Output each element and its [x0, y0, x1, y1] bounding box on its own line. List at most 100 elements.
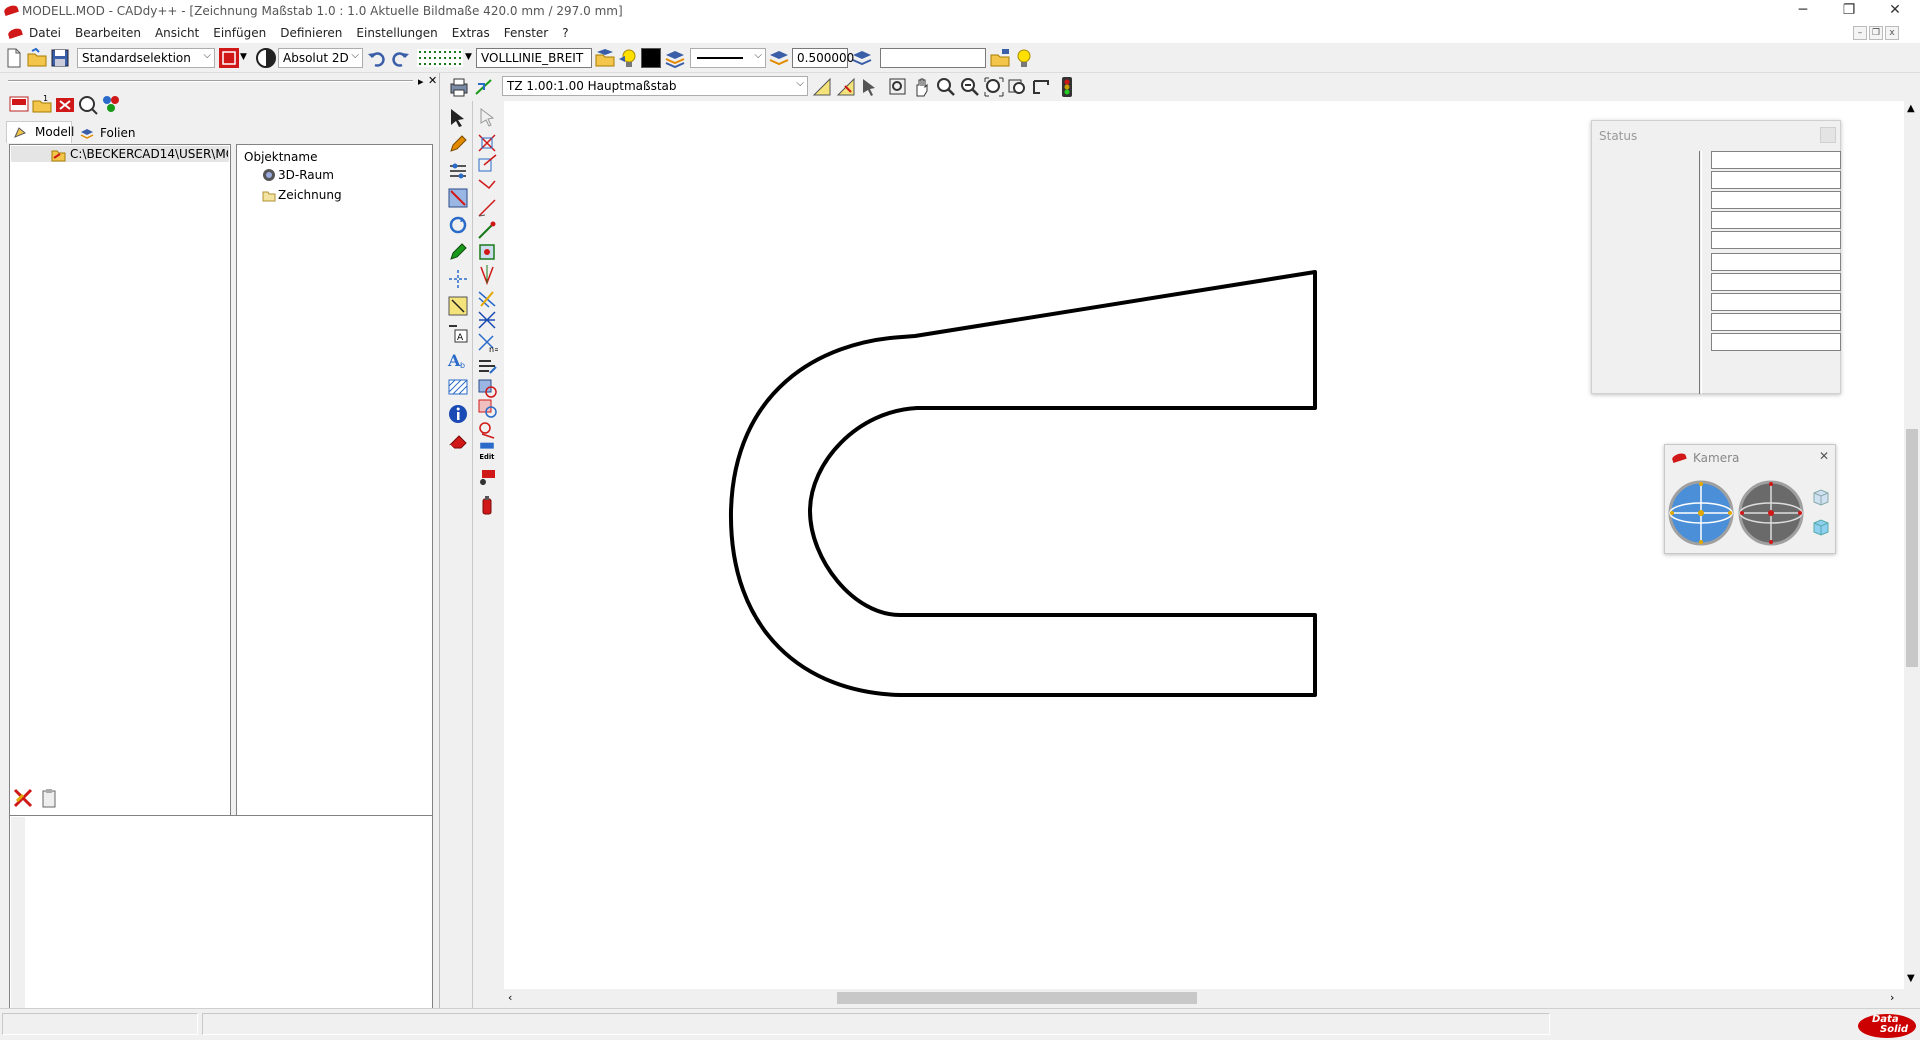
line-box-icon[interactable] [476, 153, 498, 175]
delete-tool-icon[interactable] [12, 787, 34, 809]
triangle-ruler-icon[interactable] [811, 76, 833, 98]
cross-lines-icon[interactable] [476, 309, 498, 331]
close-button[interactable]: ✕ [1872, 0, 1918, 22]
info-icon[interactable] [447, 403, 469, 425]
layer-options-icon[interactable] [851, 47, 873, 69]
properties-list[interactable]: ‹ › [9, 815, 433, 1040]
chamfer-icon[interactable] [476, 377, 498, 399]
layer-folder-icon[interactable] [594, 47, 616, 69]
grid-snap-icon[interactable] [476, 241, 498, 263]
delete-folder-icon[interactable] [54, 93, 76, 115]
search-refresh-icon[interactable] [77, 93, 99, 115]
undo-icon[interactable] [366, 47, 388, 69]
offset-lines-icon[interactable] [476, 355, 498, 377]
cube-front-icon[interactable] [1811, 517, 1831, 537]
scroll-up-icon[interactable]: ▲ [1907, 103, 1915, 114]
scroll-right-icon[interactable]: › [1890, 991, 1894, 1004]
canvas-horizontal-scrollbar[interactable]: ‹ › [504, 989, 1904, 1007]
menu-datei[interactable]: Datei [29, 26, 68, 40]
scale-tool-icon[interactable] [473, 76, 495, 98]
zoom-all-icon[interactable] [983, 76, 1005, 98]
selection-frame-icon[interactable] [218, 47, 240, 69]
mdi-close-button[interactable]: x [1885, 26, 1899, 40]
text-ab-icon[interactable]: Ab [447, 349, 469, 371]
eraser-icon[interactable] [447, 430, 469, 452]
outer-contour[interactable] [728, 270, 1317, 697]
rotate-icon[interactable] [447, 214, 469, 236]
angled-line-icon[interactable] [476, 175, 498, 197]
camera-orbit-globe-icon[interactable] [1667, 479, 1735, 547]
zoom-previous-icon[interactable] [1007, 76, 1029, 98]
n-lines-icon[interactable]: n= [476, 331, 498, 353]
canvas-vertical-scrollbar[interactable]: ▲ ▼ [1904, 101, 1920, 989]
minimize-button[interactable]: ─ [1780, 0, 1826, 22]
clipboard-icon[interactable] [40, 787, 58, 809]
menu-help[interactable]: ? [562, 26, 575, 40]
model-view-icon[interactable] [8, 93, 30, 115]
linetype-field[interactable]: VOLLLINIE_BREIT [476, 48, 592, 68]
lightbulb-icon[interactable] [617, 47, 639, 69]
folder-number-icon[interactable]: 1 [31, 93, 53, 115]
select-arrow-icon[interactable] [447, 106, 469, 128]
cube-view-icon[interactable] [1811, 487, 1831, 507]
color-swatch[interactable] [641, 48, 661, 68]
pan-hand-icon[interactable] [911, 76, 933, 98]
vertical-scroll-thumb[interactable] [1906, 429, 1918, 667]
camera-window[interactable]: Kamera ✕ [1664, 444, 1836, 554]
centerline-icon[interactable] [447, 268, 469, 290]
diagonal-line-icon[interactable] [476, 197, 498, 219]
panel-close-button[interactable]: ✕ [428, 74, 437, 87]
fillet-icon[interactable] [476, 397, 498, 419]
dropdown-arrow-icon[interactable]: ▼ [240, 52, 247, 62]
construction-icon[interactable] [447, 187, 469, 209]
layer-name-field[interactable] [880, 48, 986, 68]
mdi-minimize-button[interactable]: – [1853, 26, 1867, 40]
zoom-out-icon[interactable] [959, 76, 981, 98]
pipe-tool-icon[interactable] [476, 467, 498, 489]
dimension-icon[interactable] [447, 295, 469, 317]
selection-mode-dropdown[interactable]: Standardselektion ⌵ [77, 48, 215, 68]
text-block-icon[interactable]: A [447, 322, 469, 344]
menu-bearbeiten[interactable]: Bearbeiten [75, 26, 148, 40]
object-list[interactable]: Objektname 3D-Raum Zeichnung [236, 144, 433, 850]
hatch-icon[interactable] [447, 376, 469, 398]
camera-window-close-button[interactable]: ✕ [1819, 449, 1829, 463]
pointer-tool-icon[interactable] [859, 76, 881, 98]
visibility-bulb-icon[interactable] [1012, 47, 1034, 69]
redraw-icon[interactable] [1031, 76, 1053, 98]
panel-pin-button[interactable]: ▸ [418, 75, 424, 88]
status-window-close-button[interactable] [1820, 127, 1836, 143]
menu-einstellungen[interactable]: Einstellungen [356, 26, 444, 40]
new-file-icon[interactable] [3, 47, 25, 69]
zoom-window-icon[interactable] [887, 76, 909, 98]
panel-splitter[interactable] [439, 73, 440, 1008]
menu-ansicht[interactable]: Ansicht [155, 26, 206, 40]
horizontal-scroll-thumb[interactable] [837, 992, 1197, 1004]
line-to-point-icon[interactable] [476, 219, 498, 241]
palette-icon[interactable] [100, 93, 122, 115]
point-select-icon[interactable] [476, 106, 498, 128]
print-icon[interactable] [448, 76, 470, 98]
coordinate-system-icon[interactable] [255, 47, 277, 69]
trim-icon[interactable] [476, 419, 498, 441]
document-logo-icon[interactable] [7, 27, 23, 39]
extinguisher-icon[interactable] [476, 494, 498, 516]
set-square-icon[interactable] [835, 76, 857, 98]
modify-tools-icon[interactable] [447, 160, 469, 182]
object-item-zeichnung[interactable]: Zeichnung [278, 188, 342, 202]
menu-extras[interactable]: Extras [452, 26, 497, 40]
coordinate-mode-dropdown[interactable]: Absolut 2D ⌵ [278, 48, 363, 68]
mdi-restore-button[interactable]: ❐ [1869, 26, 1883, 40]
restore-button[interactable]: ❐ [1826, 0, 1872, 22]
pen-width-icon[interactable] [768, 47, 790, 69]
menu-fenster[interactable]: Fenster [504, 26, 556, 40]
scroll-down-icon[interactable]: ▼ [1907, 973, 1915, 984]
scroll-left-icon[interactable]: ‹ [508, 991, 512, 1004]
green-pencil-icon[interactable] [447, 241, 469, 263]
pencil-icon[interactable] [447, 133, 469, 155]
menu-einfuegen[interactable]: Einfügen [213, 26, 273, 40]
traffic-light-icon[interactable] [1059, 76, 1075, 98]
layer-stack-icon[interactable] [664, 47, 686, 69]
model-tree[interactable]: C:\BECKERCAD14\USER\MOD ‹ › [9, 144, 231, 850]
grid-dropdown-arrow-icon[interactable]: ▼ [465, 52, 472, 62]
